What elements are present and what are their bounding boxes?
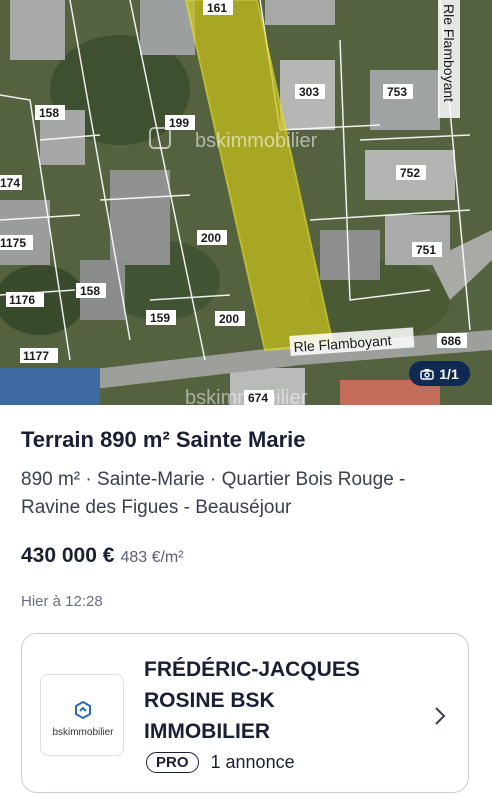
parcel-label-1175: 1175	[0, 235, 33, 250]
svg-text:674: 674	[248, 391, 268, 405]
svg-text:200: 200	[201, 231, 221, 245]
parcel-label-1176: 1176	[6, 292, 44, 307]
parcel-label-174: 174	[0, 175, 22, 190]
parcel-label-674: 674	[244, 390, 274, 405]
photo-counter-badge[interactable]: 1/1	[409, 361, 470, 386]
parcel-label-1177: 1177	[20, 348, 58, 363]
parcel-label-200-bottom: 200	[215, 311, 245, 326]
svg-text:686: 686	[441, 334, 461, 348]
chevron-right-icon[interactable]	[434, 706, 446, 726]
parcel-label-161: 161	[203, 0, 233, 15]
svg-text:200: 200	[219, 312, 239, 326]
agency-name[interactable]: FRÉDÉRIC-JACQUES ROSINE BSK IMMOBILIER	[144, 654, 404, 747]
listing-subtitle: 890 m² · Sainte-Marie · Quartier Bois Ro…	[21, 469, 406, 518]
svg-text:Rle Flamboyant: Rle Flamboyant	[441, 4, 457, 102]
agency-meta: PRO 1 annonce	[146, 752, 295, 773]
parcel-label-751: 751	[412, 242, 442, 257]
camera-icon	[420, 368, 434, 380]
listing-title: Terrain 890 m² Sainte Marie	[21, 427, 306, 452]
aerial-map: bskimmobilier bskimmobilier 161 303 753 …	[0, 0, 492, 405]
svg-text:752: 752	[400, 166, 420, 180]
svg-text:174: 174	[0, 176, 20, 190]
svg-text:158: 158	[80, 284, 100, 298]
svg-text:753: 753	[387, 85, 407, 99]
svg-text:751: 751	[416, 243, 436, 257]
bsk-logo-icon	[75, 700, 91, 720]
svg-text:1176: 1176	[9, 293, 35, 307]
parcel-label-303: 303	[295, 84, 325, 99]
price-row: 430 000 € 483 €/m²	[21, 544, 184, 568]
listing-price: 430 000 €	[21, 544, 115, 567]
parcel-label-686: 686	[437, 333, 467, 348]
agency-logo-text: bskimmobilier	[52, 727, 114, 738]
agency-card[interactable]: bskimmobilier FRÉDÉRIC-JACQUES ROSINE BS…	[21, 633, 469, 793]
pro-badge: PRO	[146, 752, 199, 773]
parcel-label-158: 158	[35, 105, 65, 120]
street-label-right: Rle Flamboyant	[438, 0, 460, 118]
svg-text:199: 199	[169, 116, 189, 130]
svg-text:161: 161	[207, 1, 227, 15]
svg-text:1175: 1175	[0, 236, 26, 250]
agency-logo: bskimmobilier	[40, 674, 124, 756]
svg-text:1177: 1177	[23, 349, 49, 363]
listing-date: Hier à 12:28	[21, 593, 103, 610]
parcel-label-159: 159	[146, 310, 176, 325]
parcel-label-158-b: 158	[76, 283, 106, 298]
parcel-label-200-top: 200	[197, 230, 227, 245]
photo-counter: 1/1	[439, 365, 459, 382]
parcel-label-199: 199	[165, 115, 195, 130]
svg-text:159: 159	[150, 311, 170, 325]
svg-text:303: 303	[299, 85, 319, 99]
parcel-label-753: 753	[383, 84, 413, 99]
parcel-label-752: 752	[396, 165, 426, 180]
property-photo[interactable]: bskimmobilier bskimmobilier 161 303 753 …	[0, 0, 492, 405]
svg-text:bskimmobilier: bskimmobilier	[195, 130, 318, 152]
price-per-m2: 483 €/m²	[120, 549, 184, 566]
svg-text:158: 158	[39, 106, 59, 120]
listings-count: 1 annonce	[210, 752, 295, 772]
